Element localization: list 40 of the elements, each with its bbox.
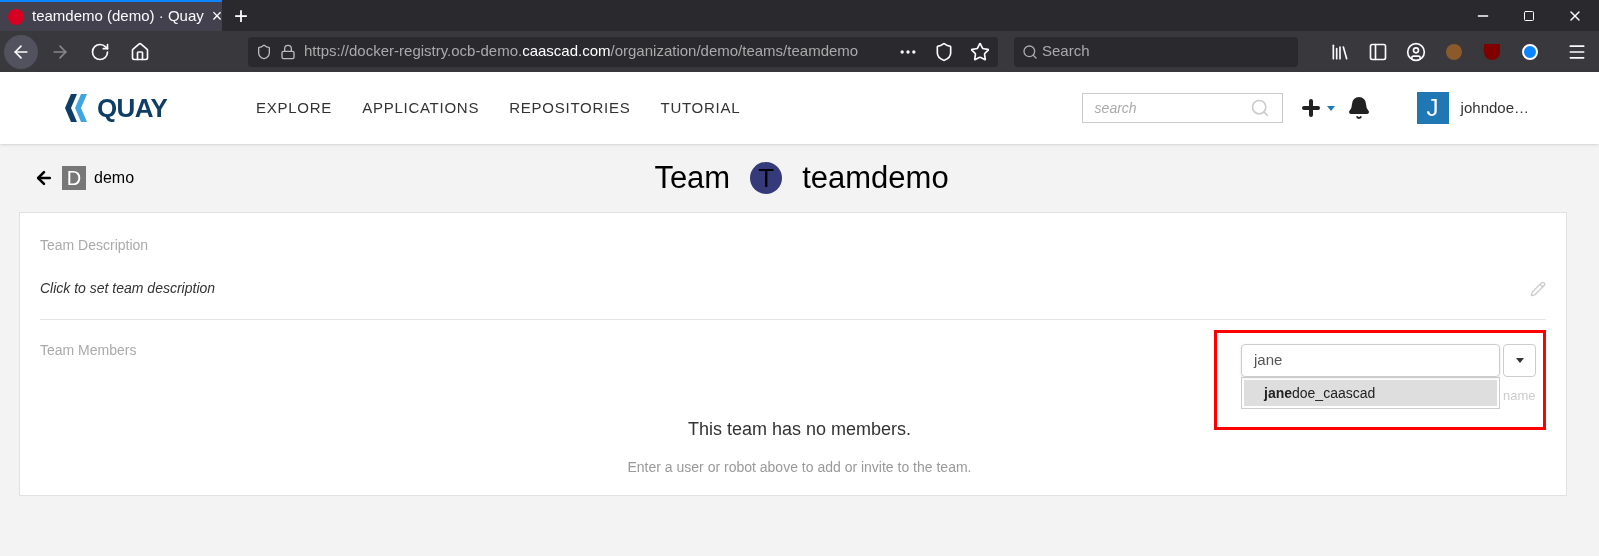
browser-search-field[interactable]: Search bbox=[1014, 36, 1298, 67]
caret-icon bbox=[1326, 105, 1335, 111]
empty-hint: Enter a user or robot above to add or invite to the team. bbox=[627, 458, 972, 477]
account-icon[interactable] bbox=[1406, 41, 1426, 62]
org-avatar: D bbox=[62, 166, 86, 190]
maximize-icon[interactable] bbox=[1523, 9, 1535, 22]
search-icon bbox=[1022, 43, 1038, 60]
reload-icon[interactable] bbox=[90, 41, 110, 62]
sidebar-icon[interactable] bbox=[1368, 41, 1388, 62]
entity-search-field[interactable]: jane bbox=[1241, 344, 1500, 377]
browser-tab[interactable]: teamdemo (demo) · Quay × bbox=[0, 0, 222, 31]
caret-icon bbox=[1515, 358, 1524, 363]
search-icon bbox=[1249, 98, 1270, 118]
url-bar[interactable]: https://docker-registry.ocb-demo.caascad.com/organization/demo/teams/teamdemo bbox=[248, 36, 998, 67]
org-name[interactable]: demo bbox=[94, 166, 135, 190]
nav-link[interactable]: EXPLORE bbox=[256, 96, 333, 120]
url-text: https://docker-registry.ocb-demo.caascad.com/organization/demo/teams/teamdemo bbox=[304, 41, 860, 62]
shield-icon bbox=[256, 43, 272, 60]
nav-link[interactable]: REPOSITORIES bbox=[509, 96, 631, 120]
description-placeholder[interactable]: Click to set team description bbox=[40, 278, 1530, 299]
home-icon[interactable] bbox=[130, 41, 150, 62]
new-tab-button[interactable]: + bbox=[222, 0, 260, 34]
notifications-icon[interactable] bbox=[1346, 96, 1371, 120]
section-heading: Team Members bbox=[40, 341, 138, 360]
section-heading: Team Description bbox=[40, 236, 150, 255]
suggestion-item[interactable]: janedoe_caascad bbox=[1244, 380, 1497, 406]
user-name[interactable]: johndoe… bbox=[1460, 96, 1529, 120]
tab-title: teamdemo (demo) · Quay bbox=[32, 6, 204, 27]
quay-logo-text[interactable]: QUAY bbox=[97, 88, 168, 128]
nav-link[interactable]: TUTORIAL bbox=[660, 96, 741, 120]
user-avatar[interactable]: J bbox=[1416, 92, 1449, 124]
back-button[interactable] bbox=[4, 34, 38, 69]
tab-close-button[interactable]: × bbox=[211, 3, 223, 30]
nav-link[interactable]: APPLICATIONS bbox=[362, 96, 480, 120]
empty-title: This team has no members. bbox=[687, 418, 912, 441]
team-name: teamdemo bbox=[802, 158, 949, 197]
team-avatar: T bbox=[750, 162, 783, 194]
lock-icon bbox=[280, 43, 296, 60]
page-title-label: Team bbox=[654, 158, 731, 197]
star-icon[interactable] bbox=[970, 41, 990, 62]
